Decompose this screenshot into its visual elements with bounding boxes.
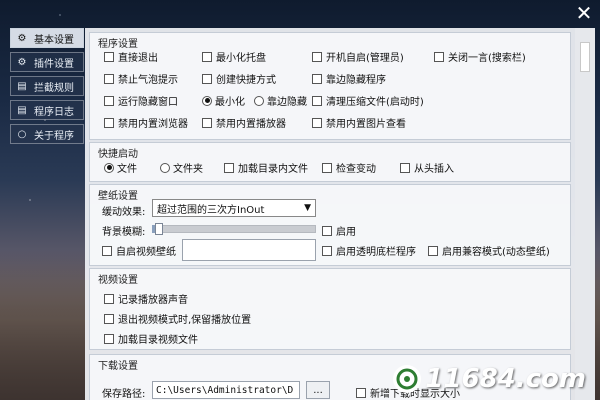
- disable-player-checkbox[interactable]: 禁用内置播放器: [202, 115, 286, 130]
- vertical-scrollbar[interactable]: [575, 28, 595, 400]
- blur-slider-thumb[interactable]: [154, 223, 163, 235]
- close-icon[interactable]: ✕: [574, 3, 594, 24]
- chevron-down-icon: ▼: [304, 203, 311, 213]
- load-dir-files-checkbox[interactable]: 加载目录内文件: [224, 160, 308, 175]
- autostart-checkbox[interactable]: 开机自启(管理员): [312, 49, 404, 64]
- section-title: 视频设置: [98, 275, 138, 286]
- watermark-logo-icon: [393, 365, 422, 393]
- sidebar-item-about[interactable]: ○ 关于程序: [10, 124, 84, 144]
- section-title: 快捷启动: [98, 149, 138, 160]
- enable-blur-checkbox[interactable]: 启用: [322, 223, 356, 238]
- blur-slider-track[interactable]: [152, 225, 316, 233]
- radio-edge-hide[interactable]: 靠边隐藏: [254, 93, 307, 108]
- insert-head-checkbox[interactable]: 从头插入: [400, 160, 454, 175]
- clean-archives-checkbox[interactable]: 清理压缩文件(启动时): [312, 93, 424, 108]
- transparent-taskbar-checkbox[interactable]: 启用透明底栏程序: [322, 243, 416, 258]
- disable-bubble-checkbox[interactable]: 禁止气泡提示: [104, 71, 178, 86]
- close-one-word-checkbox[interactable]: 关闭一言(搜索栏): [434, 49, 526, 64]
- sidebar-item-plugin-settings[interactable]: ⚙ 插件设置: [10, 52, 84, 72]
- scrollbar-thumb[interactable]: [580, 42, 590, 72]
- video-section: 视频设置 记录播放器声音 退出视频模式时,保留播放位置 加载目录视频文件: [89, 268, 571, 350]
- video-wallpaper-input[interactable]: [182, 239, 316, 261]
- sidebar: ⚙ 基本设置 ⚙ 插件设置 ▤ 拦截规则 ▤ 程序日志 ○ 关于程序: [10, 28, 84, 148]
- section-title: 壁纸设置: [98, 191, 138, 202]
- radio-folder[interactable]: 文件夹: [160, 160, 203, 175]
- record-player-sound-checkbox[interactable]: 记录播放器声音: [104, 291, 188, 306]
- check-changes-checkbox[interactable]: 检查变动: [322, 160, 376, 175]
- sidebar-item-log[interactable]: ▤ 程序日志: [10, 100, 84, 120]
- disable-browser-checkbox[interactable]: 禁用内置浏览器: [104, 115, 188, 130]
- radio-minimize[interactable]: 最小化: [202, 93, 245, 108]
- keep-position-checkbox[interactable]: 退出视频模式时,保留播放位置: [104, 311, 251, 326]
- sidebar-item-rules[interactable]: ▤ 拦截规则: [10, 76, 84, 96]
- log-icon: ▤: [17, 104, 27, 116]
- easing-select-value: 超过范围的三次方InOut: [157, 204, 265, 216]
- easing-label: 缓动效果:: [102, 207, 146, 218]
- site-watermark: 11684.com: [393, 364, 586, 394]
- quick-start-section: 快捷启动 文件 文件夹 加载目录内文件 检查变动 从头插入: [89, 142, 571, 182]
- gear-icon: ⚙: [17, 32, 27, 44]
- sidebar-item-label: 关于程序: [34, 130, 74, 142]
- sidebar-item-label: 程序日志: [34, 106, 74, 118]
- minimize-tray-checkbox[interactable]: 最小化托盘: [202, 49, 266, 64]
- sidebar-item-label: 插件设置: [34, 58, 74, 70]
- plugin-icon: ⚙: [17, 56, 27, 68]
- browse-button[interactable]: ...: [306, 381, 330, 399]
- watermark-text: 11684.com: [425, 364, 586, 394]
- section-title: 下载设置: [98, 361, 138, 372]
- sidebar-item-label: 拦截规则: [34, 82, 74, 94]
- create-shortcut-checkbox[interactable]: 创建快捷方式: [202, 71, 276, 86]
- save-path-input[interactable]: C:\Users\Administrator\D: [152, 381, 300, 399]
- radio-file[interactable]: 文件: [104, 160, 137, 175]
- run-hide-window-checkbox[interactable]: 运行隐藏窗口: [104, 93, 178, 108]
- autostart-video-wallpaper-checkbox[interactable]: 自启视频壁纸: [102, 243, 176, 258]
- wallpaper-section: 壁纸设置 缓动效果: 超过范围的三次方InOut ▼ 背景模糊: 启用 自启视频…: [89, 184, 571, 266]
- blur-label: 背景模糊:: [102, 227, 146, 238]
- rules-icon: ▤: [17, 80, 27, 92]
- load-dir-videos-checkbox[interactable]: 加载目录视频文件: [104, 331, 198, 346]
- save-path-label: 保存路径:: [102, 389, 146, 400]
- compat-mode-checkbox[interactable]: 启用兼容模式(动态壁纸): [428, 243, 550, 258]
- section-title: 程序设置: [98, 39, 138, 50]
- disable-image-viewer-checkbox[interactable]: 禁用内置图片查看: [312, 115, 406, 130]
- about-icon: ○: [17, 128, 27, 140]
- exit-direct-checkbox[interactable]: 直接退出: [104, 49, 158, 64]
- program-settings-section: 程序设置 直接退出 最小化托盘 开机自启(管理员) 关闭一言(搜索栏) 禁止气泡…: [89, 32, 571, 140]
- sidebar-item-label: 基本设置: [34, 34, 74, 46]
- edge-hide-checkbox[interactable]: 靠边隐藏程序: [312, 71, 386, 86]
- sidebar-item-basic-settings[interactable]: ⚙ 基本设置: [10, 28, 84, 48]
- settings-panel: 程序设置 直接退出 最小化托盘 开机自启(管理员) 关闭一言(搜索栏) 禁止气泡…: [85, 28, 595, 400]
- easing-select[interactable]: 超过范围的三次方InOut ▼: [152, 199, 316, 217]
